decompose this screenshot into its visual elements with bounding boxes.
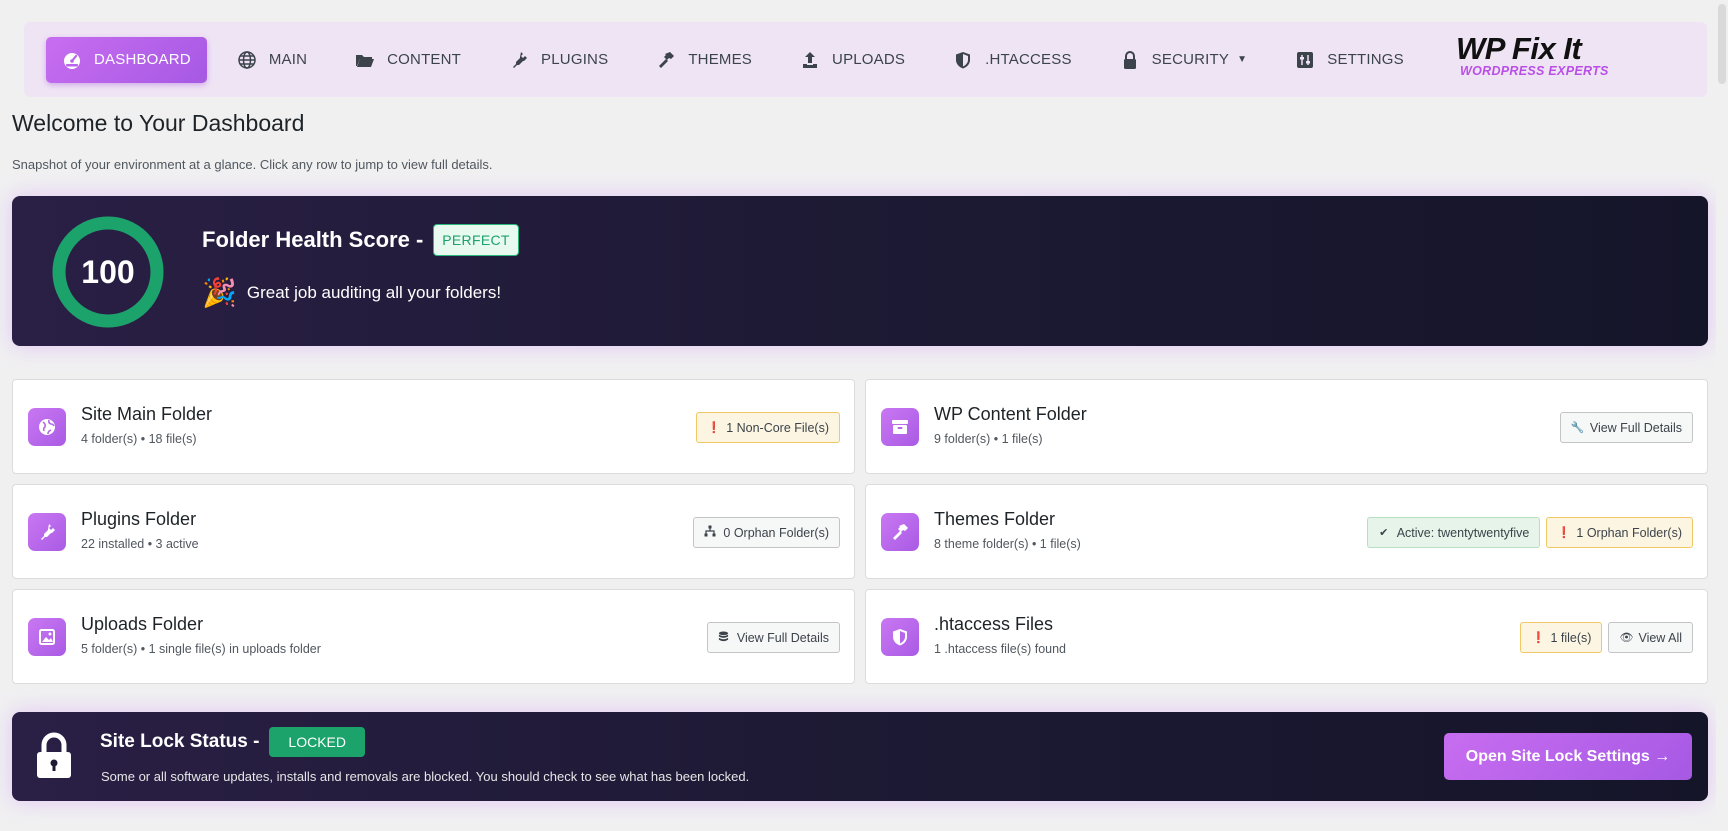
health-title: Folder Health Score - PERFECT bbox=[202, 224, 519, 256]
view-all-button[interactable]: 👁 View All bbox=[1608, 622, 1693, 653]
card-title: Themes Folder bbox=[934, 509, 1056, 529]
card-subtitle: 1 .htaccess file(s) found bbox=[934, 642, 1067, 656]
nav-label: UPLOADS bbox=[832, 51, 906, 68]
nav-label: SETTINGS bbox=[1327, 51, 1404, 68]
globe-icon bbox=[28, 408, 66, 446]
card-themes-folder[interactable]: Themes Folder 8 theme folder(s) • 1 file… bbox=[865, 484, 1708, 579]
card-subtitle: 9 folder(s) • 1 file(s) bbox=[934, 432, 1043, 446]
plug-icon bbox=[509, 50, 529, 70]
health-score-value: 100 bbox=[81, 253, 135, 290]
nav-dashboard[interactable]: DASHBOARD bbox=[46, 36, 207, 83]
orphan-folders-badge[interactable]: 0 Orphan Folder(s) bbox=[693, 517, 840, 548]
view-full-details-button[interactable]: View Full Details bbox=[706, 622, 840, 653]
card-uploads-folder[interactable]: Uploads Folder 5 folder(s) • 1 single fi… bbox=[12, 589, 855, 684]
health-banner: 100 Folder Health Score - PERFECT 🎉 Grea… bbox=[12, 196, 1708, 346]
logo-main: WP Fix It bbox=[1456, 31, 1582, 66]
hammer-icon bbox=[656, 50, 676, 70]
orphan-folders-badge[interactable]: ❗ 1 Orphan Folder(s) bbox=[1546, 517, 1693, 548]
exclamation-icon: ❗ bbox=[1557, 527, 1572, 539]
status-badge: LOCKED bbox=[269, 727, 365, 757]
health-message: 🎉 Great job auditing all your folders! bbox=[202, 276, 501, 309]
hammer-icon bbox=[881, 513, 919, 551]
card-title: WP Content Folder bbox=[934, 404, 1087, 424]
check-icon: ✔ bbox=[1379, 527, 1389, 539]
page-subtitle: Snapshot of your environment at a glance… bbox=[12, 157, 493, 172]
wrench-icon: 🔧 bbox=[1570, 422, 1585, 434]
nav-htaccess[interactable]: .HTACCESS bbox=[935, 37, 1090, 83]
pill-label: Active: twentytwentyfive bbox=[1396, 525, 1530, 540]
exclamation-icon: ❗ bbox=[707, 422, 721, 434]
nav-plugins[interactable]: PLUGINS bbox=[491, 37, 626, 83]
pill-label: 0 Orphan Folder(s) bbox=[723, 525, 829, 540]
nav-content[interactable]: CONTENT bbox=[337, 37, 479, 83]
database-icon bbox=[718, 630, 730, 645]
pill-label: View Full Details bbox=[736, 630, 829, 645]
nav-label: CONTENT bbox=[387, 51, 462, 68]
non-core-files-badge[interactable]: ❗ 1 Non-Core File(s) bbox=[696, 412, 840, 443]
upload-icon bbox=[800, 50, 820, 70]
health-message-text: Great job auditing all your folders! bbox=[246, 282, 502, 302]
pill-label: View All bbox=[1638, 630, 1682, 645]
gauge-icon bbox=[62, 50, 82, 70]
nav-label: DASHBOARD bbox=[94, 51, 191, 68]
page-title: Welcome to Your Dashboard bbox=[12, 110, 305, 136]
card-subtitle: 5 folder(s) • 1 single file(s) in upload… bbox=[81, 642, 321, 656]
card-site-main-folder[interactable]: Site Main Folder 4 folder(s) • 18 file(s… bbox=[12, 379, 855, 474]
wp-fix-it-logo: WP Fix It WORDPRESS EXPERTS bbox=[1456, 31, 1636, 84]
card-htaccess-files[interactable]: .htaccess Files 1 .htaccess file(s) foun… bbox=[865, 589, 1708, 684]
nav-security[interactable]: SECURITY ▼ bbox=[1102, 37, 1266, 83]
view-full-details-button[interactable]: 🔧 View Full Details bbox=[1559, 412, 1693, 443]
lock-icon bbox=[1120, 50, 1140, 70]
sliders-icon bbox=[1295, 50, 1315, 70]
lock-title: Site Lock Status - LOCKED bbox=[100, 727, 365, 757]
lock-message: Some or all software updates, installs a… bbox=[101, 769, 750, 784]
lock-icon bbox=[37, 732, 71, 778]
health-title-text: Folder Health Score - bbox=[202, 227, 424, 252]
nav-uploads[interactable]: UPLOADS bbox=[782, 37, 923, 83]
site-lock-banner: Site Lock Status - LOCKED Some or all so… bbox=[12, 712, 1708, 801]
archive-icon bbox=[881, 408, 919, 446]
card-title: Plugins Folder bbox=[81, 509, 197, 529]
card-plugins-folder[interactable]: Plugins Folder 22 installed • 3 active 0… bbox=[12, 484, 855, 579]
shield-icon bbox=[881, 618, 919, 656]
nav-label: .HTACCESS bbox=[985, 51, 1072, 68]
active-theme-badge[interactable]: ✔ Active: twentytwentyfive bbox=[1366, 517, 1541, 548]
pill-label: 1 Non-Core File(s) bbox=[726, 420, 829, 435]
card-subtitle: 8 theme folder(s) • 1 file(s) bbox=[934, 537, 1081, 551]
nav-label: SECURITY bbox=[1151, 51, 1230, 68]
top-nav: DASHBOARD MAIN CONTENT PLUGINS THEMES UP… bbox=[24, 22, 1707, 97]
pill-label: View Full Details bbox=[1589, 420, 1682, 435]
exclamation-icon: ❗ bbox=[1531, 632, 1546, 644]
globe-icon bbox=[237, 50, 257, 70]
lock-title-text: Site Lock Status - bbox=[100, 731, 260, 752]
nav-settings[interactable]: SETTINGS bbox=[1277, 37, 1422, 83]
card-subtitle: 22 installed • 3 active bbox=[81, 537, 199, 551]
pill-label: 1 file(s) bbox=[1550, 630, 1592, 645]
card-title: Site Main Folder bbox=[81, 404, 213, 424]
card-title: .htaccess Files bbox=[934, 614, 1054, 634]
folder-open-icon bbox=[355, 50, 375, 70]
nav-label: PLUGINS bbox=[541, 51, 609, 68]
chevron-down-icon: ▼ bbox=[1237, 54, 1248, 65]
nav-main[interactable]: MAIN bbox=[219, 37, 325, 83]
nav-label: MAIN bbox=[268, 51, 308, 68]
sitemap-icon bbox=[704, 525, 716, 540]
scrollbar[interactable] bbox=[1716, 0, 1728, 831]
card-title: Uploads Folder bbox=[81, 614, 204, 634]
nav-label: THEMES bbox=[688, 51, 753, 68]
nav-themes[interactable]: THEMES bbox=[638, 37, 770, 83]
status-badge: PERFECT bbox=[433, 224, 519, 256]
eye-icon: 👁 bbox=[1619, 632, 1634, 644]
plug-icon bbox=[28, 513, 66, 551]
logo-sub: WORDPRESS EXPERTS bbox=[1460, 64, 1609, 78]
scrollbar-thumb[interactable] bbox=[1718, 4, 1726, 84]
card-wp-content-folder[interactable]: WP Content Folder 9 folder(s) • 1 file(s… bbox=[865, 379, 1708, 474]
image-icon bbox=[28, 618, 66, 656]
party-popper-icon: 🎉 bbox=[202, 277, 237, 308]
pill-label: 1 Orphan Folder(s) bbox=[1576, 525, 1682, 540]
open-site-lock-settings-button[interactable]: Open Site Lock Settings → bbox=[1444, 733, 1692, 780]
card-subtitle: 4 folder(s) • 18 file(s) bbox=[81, 432, 197, 446]
htaccess-files-badge[interactable]: ❗ 1 file(s) bbox=[1520, 622, 1603, 653]
shield-icon bbox=[953, 50, 973, 70]
